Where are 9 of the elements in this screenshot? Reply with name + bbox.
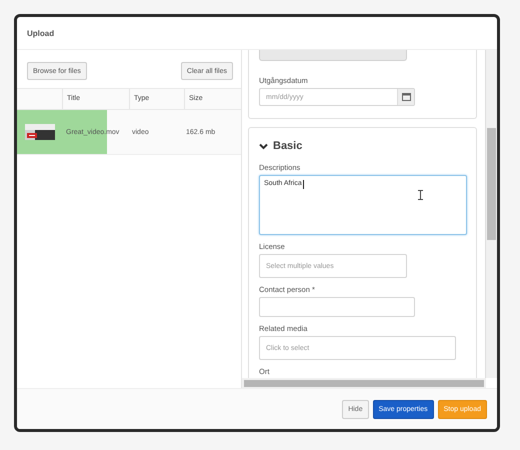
select-field[interactable]	[259, 50, 407, 61]
input-field[interactable]	[259, 297, 415, 317]
section-header[interactable]: Basic	[259, 140, 302, 152]
calendar-icon[interactable]	[397, 89, 414, 105]
text-cursor-icon	[418, 190, 423, 200]
window-title: Upload	[27, 28, 54, 38]
scrollbar[interactable]	[242, 378, 486, 388]
chevron-icon	[259, 142, 268, 150]
scrollbar[interactable]	[485, 50, 497, 378]
